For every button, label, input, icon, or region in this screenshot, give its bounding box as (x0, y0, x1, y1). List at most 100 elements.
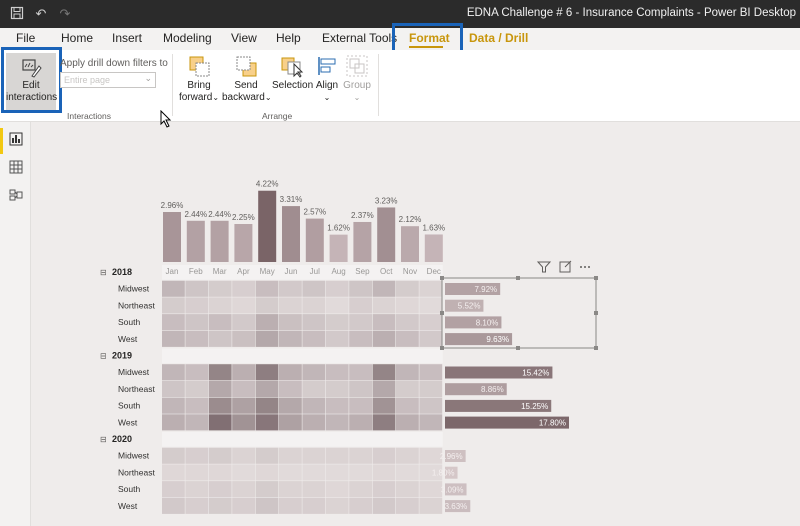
heatmap-cell[interactable] (349, 497, 372, 514)
heatmap-cell[interactable] (396, 397, 419, 414)
heatmap-cell[interactable] (372, 397, 396, 414)
heatmap-cell[interactable] (232, 481, 255, 498)
heatmap-cell[interactable] (279, 364, 302, 381)
heatmap-cell[interactable] (232, 447, 255, 464)
heatmap-cell[interactable] (302, 314, 326, 331)
month-bar[interactable] (305, 218, 324, 262)
month-bar[interactable] (163, 212, 181, 262)
heatmap-cell[interactable] (396, 297, 419, 314)
heatmap-cell[interactable] (185, 297, 209, 314)
month-bar[interactable] (210, 220, 229, 262)
heatmap-cell[interactable] (396, 481, 419, 498)
heatmap-cell[interactable] (419, 481, 443, 498)
heatmap-cell[interactable] (279, 397, 302, 414)
heatmap-cell[interactable] (185, 414, 209, 431)
heatmap-cell[interactable] (208, 314, 232, 331)
heatmap-cell[interactable] (302, 397, 326, 414)
heatmap-cell[interactable] (185, 464, 209, 481)
heatmap-cell[interactable] (185, 447, 209, 464)
heatmap-cell[interactable] (208, 330, 232, 347)
heatmap-cell[interactable] (325, 364, 349, 381)
month-bar[interactable] (424, 234, 443, 262)
heatmap-cell[interactable] (325, 380, 349, 397)
heatmap-cell[interactable] (232, 314, 255, 331)
heatmap-cell[interactable] (419, 414, 443, 431)
heatmap-cell[interactable] (232, 364, 255, 381)
heatmap-cell[interactable] (302, 280, 326, 297)
heatmap-cell[interactable] (279, 330, 302, 347)
collapse-icon[interactable]: ⊟ (100, 352, 107, 361)
heatmap-cell[interactable] (232, 497, 255, 514)
heatmap-cell[interactable] (419, 447, 443, 464)
heatmap-cell[interactable] (279, 447, 302, 464)
month-bar[interactable] (353, 221, 372, 262)
heatmap-cell[interactable] (255, 447, 279, 464)
month-bar[interactable] (377, 207, 396, 262)
heatmap-cell[interactable] (185, 380, 209, 397)
heatmap-cell[interactable] (279, 464, 302, 481)
heatmap-cell[interactable] (349, 380, 372, 397)
heatmap-cell[interactable] (349, 330, 372, 347)
heatmap-cell[interactable] (419, 330, 443, 347)
heatmap-cell[interactable] (325, 397, 349, 414)
heatmap-cell[interactable] (185, 497, 209, 514)
month-bar[interactable] (258, 190, 277, 262)
heatmap-cell[interactable] (255, 414, 279, 431)
heatmap-cell[interactable] (372, 481, 396, 498)
heatmap-cell[interactable] (255, 464, 279, 481)
heatmap-cell[interactable] (396, 380, 419, 397)
heatmap-cell[interactable] (185, 364, 209, 381)
heatmap-cell[interactable] (302, 297, 326, 314)
heatmap-cell[interactable] (302, 464, 326, 481)
month-bar[interactable] (234, 224, 253, 262)
heatmap-cell[interactable] (396, 464, 419, 481)
heatmap-cell[interactable] (349, 280, 372, 297)
month-bar[interactable] (401, 226, 419, 262)
heatmap-cell[interactable] (162, 414, 185, 431)
heatmap-cell[interactable] (325, 280, 349, 297)
heatmap-cell[interactable] (208, 447, 232, 464)
heatmap-cell[interactable] (162, 447, 185, 464)
heatmap-cell[interactable] (279, 280, 302, 297)
heatmap-cell[interactable] (255, 330, 279, 347)
heatmap-cell[interactable] (372, 280, 396, 297)
heatmap-cell[interactable] (208, 397, 232, 414)
heatmap-cell[interactable] (232, 464, 255, 481)
heatmap-cell[interactable] (396, 314, 419, 331)
heatmap-cell[interactable] (302, 447, 326, 464)
heatmap-cell[interactable] (349, 481, 372, 498)
heatmap-cell[interactable] (325, 297, 349, 314)
heatmap-cell[interactable] (162, 364, 185, 381)
heatmap-cell[interactable] (162, 380, 185, 397)
focus-mode-icon[interactable] (559, 260, 572, 273)
heatmap-cell[interactable] (349, 397, 372, 414)
heatmap-cell[interactable] (396, 280, 419, 297)
heatmap-cell[interactable] (302, 330, 326, 347)
heatmap-cell[interactable] (396, 447, 419, 464)
heatmap-cell[interactable] (396, 364, 419, 381)
heatmap-cell[interactable] (162, 314, 185, 331)
heatmap-cell[interactable] (255, 497, 279, 514)
heatmap-cell[interactable] (279, 297, 302, 314)
heatmap-cell[interactable] (419, 397, 443, 414)
heatmap-cell[interactable] (208, 414, 232, 431)
heatmap-cell[interactable] (396, 497, 419, 514)
heatmap-cell[interactable] (372, 297, 396, 314)
heatmap-cell[interactable] (185, 397, 209, 414)
heatmap-cell[interactable] (372, 364, 396, 381)
heatmap-cell[interactable] (185, 481, 209, 498)
heatmap-cell[interactable] (208, 364, 232, 381)
month-bar[interactable] (329, 234, 348, 262)
heatmap-cell[interactable] (349, 414, 372, 431)
heatmap-cell[interactable] (232, 330, 255, 347)
heatmap-cell[interactable] (255, 380, 279, 397)
heatmap-cell[interactable] (162, 297, 185, 314)
heatmap-cell[interactable] (162, 397, 185, 414)
heatmap-cell[interactable] (279, 414, 302, 431)
heatmap-cell[interactable] (372, 497, 396, 514)
heatmap-cell[interactable] (325, 330, 349, 347)
heatmap-cell[interactable] (325, 314, 349, 331)
heatmap-cell[interactable] (302, 497, 326, 514)
heatmap-cell[interactable] (419, 314, 443, 331)
heatmap-cell[interactable] (185, 314, 209, 331)
